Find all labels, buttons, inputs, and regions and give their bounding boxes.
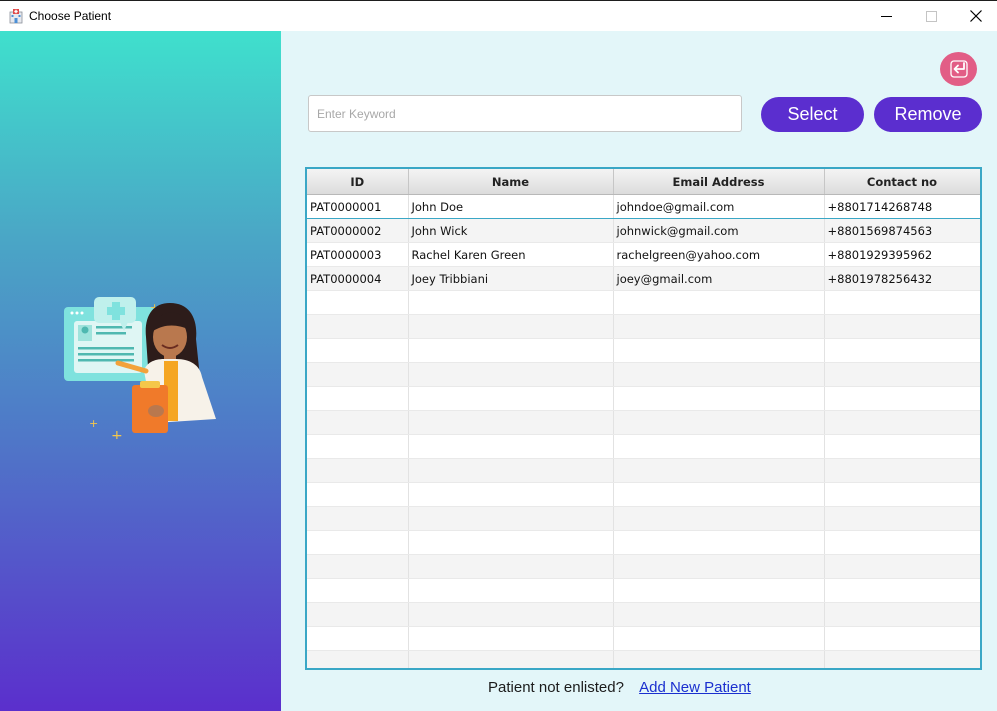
column-header-email[interactable]: Email Address [613, 169, 825, 195]
table-row[interactable]: PAT0000002 John Wick johnwick@gmail.com … [307, 218, 980, 243]
empty-row [307, 578, 980, 603]
add-new-patient-link[interactable]: Add New Patient [639, 679, 751, 696]
table-header-row: ID Name Email Address Contact no [307, 169, 980, 195]
side-panel: + + + [0, 31, 281, 711]
column-header-id[interactable]: ID [307, 169, 409, 195]
table-row[interactable]: PAT0000003 Rachel Karen Green rachelgree… [307, 242, 980, 267]
cell-name: Rachel Karen Green [408, 242, 614, 267]
cell-contact: +8801569874563 [824, 218, 980, 243]
cell-contact: +8801978256432 [824, 266, 980, 291]
empty-row [307, 338, 980, 363]
minimize-icon [880, 15, 892, 17]
cell-name: John Doe [408, 194, 614, 219]
empty-row [307, 290, 980, 315]
cell-email: johndoe@gmail.com [613, 194, 825, 219]
cell-id: PAT0000004 [307, 266, 409, 291]
cell-name: Joey Tribbiani [408, 266, 614, 291]
hospital-icon [9, 9, 23, 24]
cell-id: PAT0000002 [307, 218, 409, 243]
search-input[interactable] [308, 95, 742, 132]
empty-row [307, 530, 980, 555]
doctor-illustration: + + + [64, 297, 216, 439]
cell-contact: +8801929395962 [824, 242, 980, 267]
footer: Patient not enlisted? Add New Patient [488, 679, 751, 696]
empty-row [307, 554, 980, 579]
footer-prompt: Patient not enlisted? [488, 679, 624, 696]
empty-row [307, 626, 980, 651]
minimize-button[interactable] [863, 1, 909, 31]
empty-row [307, 602, 980, 627]
patient-grid: ID Name Email Address Contact no PAT0000… [307, 169, 980, 668]
close-button[interactable] [953, 1, 997, 31]
empty-row [307, 386, 980, 411]
cell-id: PAT0000001 [307, 194, 409, 219]
empty-row [307, 650, 980, 668]
back-button[interactable] [940, 52, 977, 86]
empty-row [307, 458, 980, 483]
cell-id: PAT0000003 [307, 242, 409, 267]
cell-email: joey@gmail.com [613, 266, 825, 291]
remove-button[interactable]: Remove [874, 97, 982, 132]
empty-row [307, 410, 980, 435]
patient-table: ID Name Email Address Contact no PAT0000… [305, 167, 982, 670]
maximize-icon [925, 10, 937, 22]
empty-row [307, 434, 980, 459]
window-title: Choose Patient [29, 9, 112, 23]
cell-email: johnwick@gmail.com [613, 218, 825, 243]
cell-name: John Wick [408, 218, 614, 243]
empty-row [307, 482, 980, 507]
close-icon [970, 10, 982, 22]
maximize-button[interactable] [908, 1, 954, 31]
cell-email: rachelgreen@yahoo.com [613, 242, 825, 267]
empty-row [307, 362, 980, 387]
svg-text:+: + [111, 428, 123, 439]
svg-text:+: + [89, 417, 98, 430]
select-button[interactable]: Select [761, 97, 864, 132]
title-bar: Choose Patient [0, 0, 997, 31]
table-row[interactable]: PAT0000004 Joey Tribbiani joey@gmail.com… [307, 266, 980, 291]
column-header-name[interactable]: Name [408, 169, 614, 195]
empty-row [307, 506, 980, 531]
table-row[interactable]: PAT0000001 John Doe johndoe@gmail.com +8… [307, 194, 980, 219]
cell-contact: +8801714268748 [824, 194, 980, 219]
column-header-contact[interactable]: Contact no [824, 169, 980, 195]
main-panel: Select Remove ID Name Email Address Cont… [281, 31, 997, 711]
empty-row [307, 314, 980, 339]
return-arrow-icon [949, 60, 968, 78]
